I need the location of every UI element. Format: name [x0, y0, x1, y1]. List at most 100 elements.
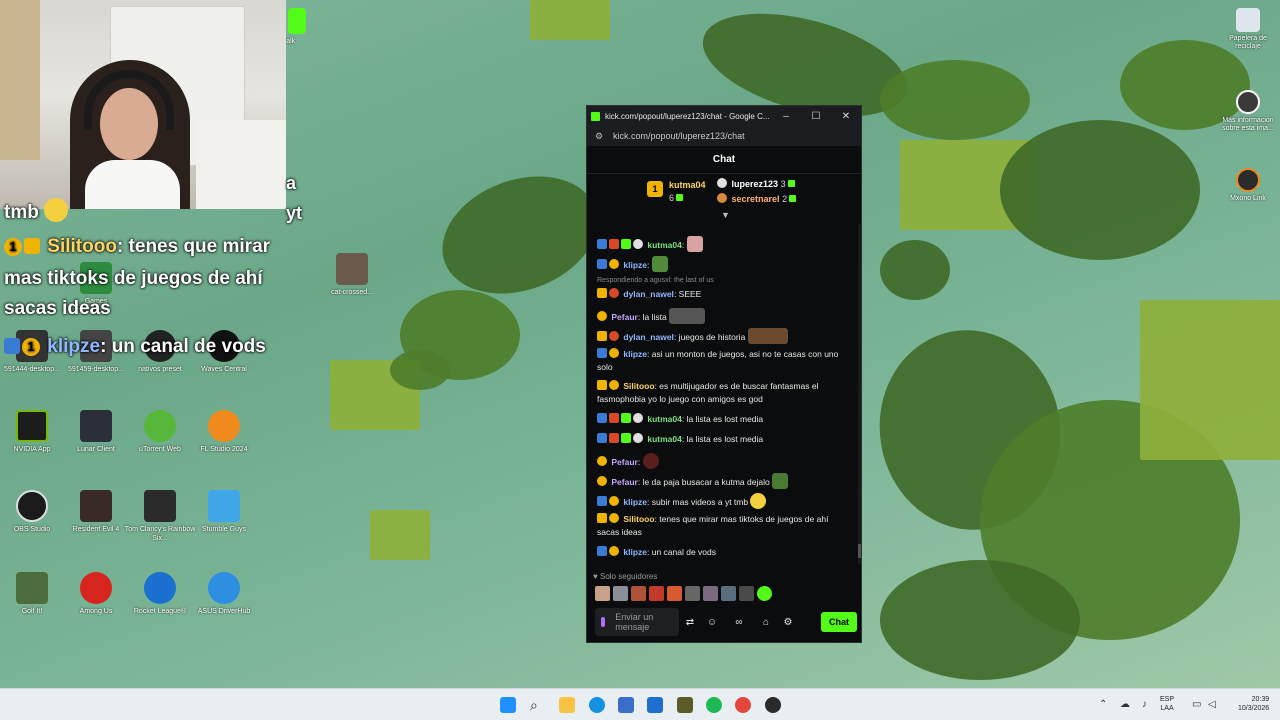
desktop-icon-more-info[interactable]: Más información sobre esta ima... — [1218, 90, 1278, 133]
chat-message: klipze: asi un monton de juegos, asi no … — [597, 348, 839, 372]
minimize-button[interactable]: – — [771, 111, 801, 122]
reply-context[interactable]: Respondiendo a agusxl: the last of us — [597, 277, 714, 284]
send-chat-button[interactable]: Chat — [821, 612, 857, 632]
windows-start-icon[interactable] — [500, 697, 516, 713]
maximize-button[interactable]: ☐ — [801, 111, 831, 122]
chat-message: Pefaur: le da paja busacar a kutma dejal… — [597, 473, 852, 489]
chat-message: dylan_nawel: juegos de historia — [597, 328, 852, 344]
top-gifter-first-count: 6 — [669, 193, 684, 203]
emote-button[interactable] — [649, 586, 664, 601]
emote-button[interactable] — [631, 586, 646, 601]
mic-icon[interactable] — [601, 617, 606, 627]
mic-tray-icon[interactable]: ♪ — [1142, 699, 1147, 710]
chat-message-input[interactable]: Enviar un mensaje — [595, 608, 679, 636]
og-badge-icon — [609, 259, 619, 269]
language-indicator[interactable]: ESP LAA — [1160, 695, 1174, 713]
emote-icon — [669, 308, 706, 324]
chat-scrollbar[interactable] — [858, 224, 861, 564]
spotify-icon[interactable] — [706, 697, 722, 713]
fl-studio-icon — [208, 410, 240, 442]
desktop-icon-recycle-bin[interactable]: Papelera de reciclaje — [1218, 8, 1278, 51]
desktop-icon-fl-studio[interactable]: FL Studio 2024 — [184, 410, 264, 454]
top-gifter-first-name[interactable]: kutma04 — [669, 180, 706, 190]
desktop-icon-asus-driverhub[interactable]: ASUS DriverHub — [184, 572, 264, 616]
heart-badge-icon — [609, 331, 619, 341]
obs-icon[interactable] — [765, 697, 781, 713]
chat-messages-list[interactable]: kutma04: klipze: Respondiendo a agusxl: … — [587, 228, 857, 564]
bronze-medal-icon — [717, 193, 727, 203]
collapse-arrow-icon[interactable]: ▼ — [721, 210, 730, 220]
window-titlebar[interactable]: kick.com/popout/luperez123/chat - Google… — [587, 106, 861, 126]
chat-input-row: Enviar un mensaje ⇄ ☺ ∞ ⌂ ⚙ Chat — [595, 608, 857, 636]
emote-button[interactable] — [667, 586, 682, 601]
network-icon[interactable]: ▭ — [1192, 699, 1201, 710]
emote-button[interactable] — [703, 586, 718, 601]
silver-medal-icon — [717, 178, 727, 188]
desktop-icon-stumble-guys[interactable]: Stumble Guys — [184, 490, 264, 534]
og-badge-icon: 1 — [22, 338, 40, 356]
kick-favicon-icon — [591, 111, 600, 121]
outlook-icon[interactable] — [647, 697, 663, 713]
desktop-icon-cat-crossed[interactable]: cat-crossed... — [312, 253, 392, 297]
overlay-line-3: sacas ideas — [4, 298, 111, 319]
moderator-badge-icon — [633, 413, 643, 423]
cloud-icon[interactable]: ☁ — [1120, 699, 1130, 710]
overlay-line-4: 1 klipze: un canal de vods — [4, 332, 266, 362]
desktop-icon-mxono-link[interactable]: Mxono Link — [1218, 168, 1278, 203]
emote-button[interactable] — [739, 586, 754, 601]
emoji-picker-icon[interactable]: ☺ — [701, 617, 723, 628]
emote-icon — [686, 236, 703, 252]
address-bar[interactable]: ⚙ kick.com/popout/luperez123/chat — [587, 126, 861, 146]
vip-badge-icon — [597, 259, 607, 269]
close-button[interactable]: ✕ — [831, 111, 861, 122]
settings-gear-icon[interactable]: ⚙ — [777, 617, 799, 628]
window-title: kick.com/popout/luperez123/chat - Google… — [605, 111, 770, 121]
og-badge-icon: 1 — [4, 238, 22, 256]
top-gifter-first[interactable]: 1 — [647, 181, 663, 197]
founder-badge-icon — [609, 239, 619, 249]
chevron-up-icon[interactable]: ⌃ — [1099, 699, 1107, 710]
recent-emotes-bar — [595, 586, 772, 601]
utorrent-icon — [144, 410, 176, 442]
gift-icon — [676, 194, 684, 201]
file-explorer-icon[interactable] — [559, 697, 575, 713]
golf-it-icon — [16, 572, 48, 604]
og-badge-icon — [597, 456, 607, 466]
crown-badge-icon — [24, 238, 40, 254]
top-gifter-third[interactable]: secretnarel 2 — [717, 193, 797, 204]
top-gifter-second[interactable]: luperez123 3 — [717, 178, 795, 189]
emoji-neutral-face — [44, 198, 69, 222]
heart-badge-icon — [609, 288, 619, 298]
emote-button[interactable] — [757, 586, 772, 601]
app-icon[interactable] — [677, 697, 693, 713]
scrollbar-thumb[interactable] — [858, 544, 861, 558]
cat-image-icon — [336, 253, 368, 285]
vip-badge-icon — [597, 496, 607, 506]
clock[interactable]: 20:39 10/3/2026 — [1238, 695, 1269, 713]
search-icon[interactable]: ⌕ — [530, 697, 546, 713]
chrome-icon[interactable] — [735, 697, 751, 713]
crown-badge-icon — [597, 513, 607, 523]
founder-badge-icon — [609, 413, 619, 423]
volume-icon[interactable]: ◁ — [1208, 699, 1216, 710]
store-icon[interactable]: ⌂ — [755, 617, 777, 628]
rainbow-six-icon — [144, 490, 176, 522]
site-settings-icon[interactable]: ⚙ — [595, 131, 605, 141]
edge-icon[interactable] — [589, 697, 605, 713]
translate-icon[interactable]: ⇄ — [679, 617, 701, 628]
users-icon[interactable]: ∞ — [723, 617, 755, 628]
microsoft-store-icon[interactable] — [618, 697, 634, 713]
emote-button[interactable] — [721, 586, 736, 601]
og-badge-icon — [609, 496, 619, 506]
emote-button[interactable] — [613, 586, 628, 601]
pepe-emote-icon — [651, 256, 668, 272]
gift-icon — [787, 180, 795, 187]
rank-badge-icon: 1 — [647, 181, 663, 197]
nvidia-icon — [16, 410, 48, 442]
emote-button[interactable] — [685, 586, 700, 601]
recycle-bin-icon — [1236, 8, 1260, 32]
crown-badge-icon — [597, 288, 607, 298]
lunar-client-icon — [80, 410, 112, 442]
emote-button[interactable] — [595, 586, 610, 601]
chat-message: Silitooo: es multijugador es de buscar f… — [597, 380, 819, 404]
